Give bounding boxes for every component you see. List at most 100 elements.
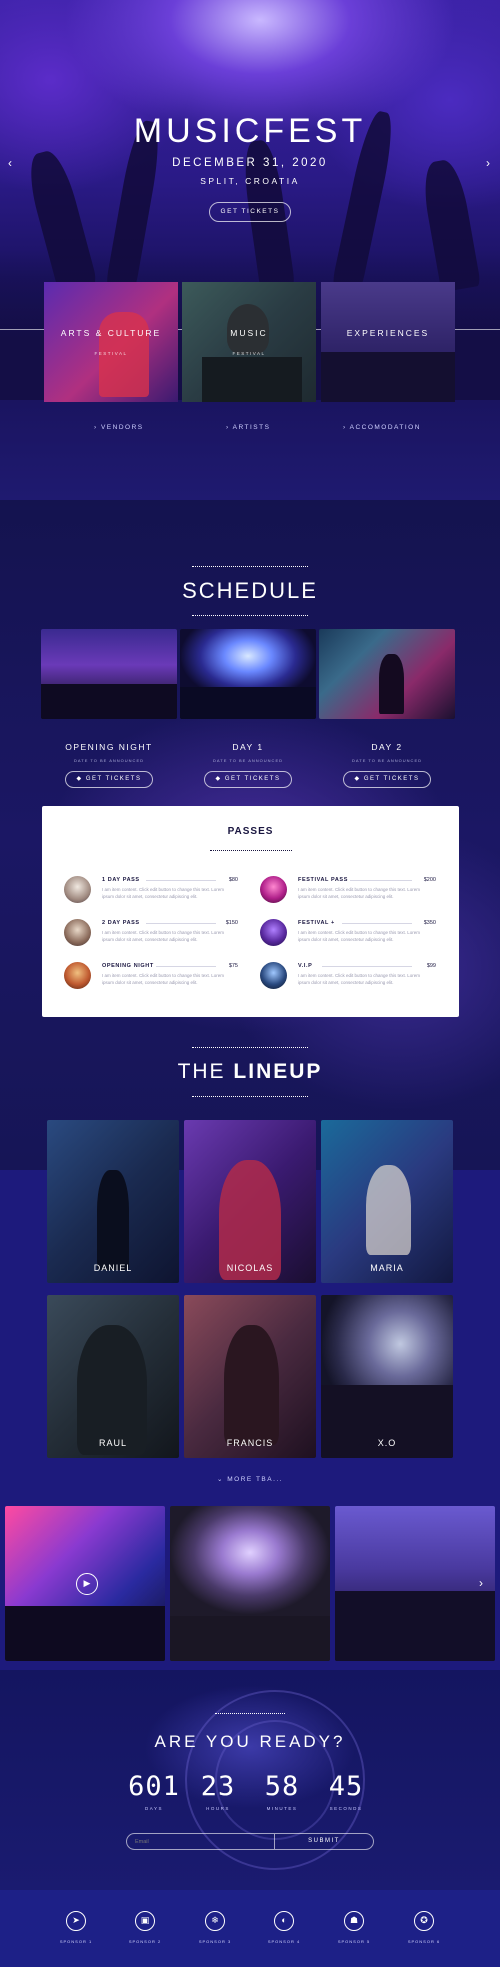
- artist-name: NICOLAS: [226, 1263, 274, 1273]
- pass-name: FESTIVAL PASS: [298, 877, 348, 883]
- hero-get-tickets-button[interactable]: GET TICKETS: [209, 202, 291, 222]
- pass-description: I am item content. Click edit button to …: [102, 887, 225, 899]
- performer-figure: [379, 654, 404, 714]
- crowd-silhouette: [180, 687, 316, 719]
- artist-name: X.O: [377, 1438, 397, 1448]
- get-tickets-button[interactable]: ◆ GET TICKETS: [343, 771, 431, 788]
- pass-avatar: [260, 919, 287, 946]
- chevron-right-icon[interactable]: ›: [486, 156, 490, 170]
- artist-name: DANIEL: [93, 1263, 133, 1273]
- title-dots: [210, 850, 292, 851]
- artist-card[interactable]: FRANCIS: [184, 1295, 316, 1458]
- button-label: GET TICKETS: [224, 776, 281, 782]
- countdown-label: DAYS: [145, 1806, 163, 1811]
- artist-card[interactable]: DANIEL: [47, 1120, 179, 1283]
- pass-name: FESTIVAL +: [298, 920, 335, 926]
- category-sub: FESTIVAL: [232, 351, 266, 356]
- pass-description: I am item content. Click edit button to …: [102, 973, 225, 985]
- artist-card[interactable]: NICOLAS: [184, 1120, 316, 1283]
- title-dots-top: [192, 566, 308, 567]
- sponsor-5-icon[interactable]: ☗: [344, 1911, 364, 1931]
- lineup-title-bold: LINEUP: [233, 1060, 323, 1083]
- artist-figure: [97, 1170, 129, 1270]
- title-dots: [215, 1713, 285, 1714]
- schedule-title: SCHEDULE: [182, 578, 318, 603]
- pass-price: $150: [225, 920, 238, 926]
- pass-avatar: [260, 876, 287, 903]
- lineup-title-light: THE: [177, 1060, 234, 1083]
- get-tickets-button[interactable]: ◆ GET TICKETS: [65, 771, 153, 788]
- sponsor-label: SPONSOR 4: [267, 1939, 301, 1944]
- dj-deck: [202, 357, 302, 402]
- title-dots-bottom: [192, 1096, 308, 1097]
- pass-leader-line: [342, 923, 412, 924]
- pass-leader-line: [156, 966, 216, 967]
- play-icon[interactable]: ▶: [76, 1573, 98, 1595]
- category-card-arts[interactable]: ARTS & CULTURE FESTIVAL: [44, 282, 178, 402]
- gallery-photo[interactable]: [170, 1506, 330, 1661]
- pass-avatar: [64, 962, 91, 989]
- category-card-music[interactable]: MUSIC FESTIVAL: [182, 282, 316, 402]
- artist-card[interactable]: RAUL: [47, 1295, 179, 1458]
- countdown-label: MINUTES: [266, 1806, 298, 1811]
- category-sub: FESTIVAL: [94, 351, 128, 356]
- pass-leader-line: [322, 966, 412, 967]
- lineup-title: THE LINEUP: [0, 1060, 500, 1084]
- day-subtitle: DATE TO BE ANNOUNCED: [212, 758, 283, 763]
- pass-description: I am item content. Click edit button to …: [298, 887, 421, 899]
- crowd-silhouette: [335, 1591, 495, 1661]
- pass-price: $80: [228, 877, 238, 883]
- crowd-silhouette: [5, 1606, 165, 1661]
- pass-name: 2 DAY PASS: [102, 920, 140, 926]
- stage-floor: [170, 1616, 330, 1661]
- schedule-photo-day1: [180, 629, 316, 719]
- crowd-silhouette: [41, 684, 177, 719]
- countdown-label: HOURS: [206, 1806, 230, 1811]
- gallery-photo[interactable]: ›: [335, 1506, 495, 1661]
- artist-name: MARIA: [370, 1263, 404, 1273]
- title-dots-bottom: [192, 615, 308, 616]
- sponsor-3-icon[interactable]: ❄: [205, 1911, 225, 1931]
- sponsor-6-icon[interactable]: ✪: [414, 1911, 434, 1931]
- chevron-right-icon[interactable]: ›: [479, 1576, 483, 1590]
- passes-title: PASSES: [227, 826, 274, 837]
- sponsor-2-icon[interactable]: ▣: [135, 1911, 155, 1931]
- artist-name: RAUL: [98, 1438, 127, 1448]
- pass-price: $99: [426, 963, 436, 969]
- pass-avatar: [260, 962, 287, 989]
- sponsor-4-icon[interactable]: ◐: [274, 1911, 294, 1931]
- chevron-left-icon[interactable]: ‹: [8, 156, 12, 170]
- artist-card[interactable]: X.O: [321, 1295, 453, 1458]
- title-dots-top: [192, 1047, 308, 1048]
- category-card-experiences[interactable]: EXPERIENCES: [321, 282, 455, 402]
- countdown-label: SECONDS: [329, 1806, 363, 1811]
- day-subtitle: DATE TO BE ANNOUNCED: [73, 758, 144, 763]
- get-tickets-button[interactable]: ◆ GET TICKETS: [204, 771, 292, 788]
- button-label: GET TICKETS: [85, 776, 142, 782]
- pass-description: I am item content. Click edit button to …: [298, 930, 421, 942]
- sponsor-label: SPONSOR 2: [128, 1939, 162, 1944]
- artist-card[interactable]: MARIA: [321, 1120, 453, 1283]
- submit-button[interactable]: SUBMIT: [274, 1833, 374, 1850]
- more-tba-link[interactable]: ⌄ MORE TBA...: [0, 1475, 500, 1483]
- pass-description: I am item content. Click edit button to …: [102, 930, 225, 942]
- countdown-days: 601: [128, 1771, 180, 1802]
- email-input[interactable]: [126, 1833, 274, 1850]
- pass-price: $350: [423, 920, 436, 926]
- nav-link-artists[interactable]: › ARTISTS: [226, 424, 270, 431]
- ticket-icon: ◆: [354, 776, 364, 782]
- countdown-section: [0, 1670, 500, 1890]
- gallery-photo[interactable]: ▶: [5, 1506, 165, 1661]
- day-subtitle: DATE TO BE ANNOUNCED: [351, 758, 422, 763]
- sponsor-label: SPONSOR 3: [198, 1939, 232, 1944]
- ticket-icon: ◆: [215, 776, 225, 782]
- nav-link-accomodation[interactable]: › ACCOMODATION: [343, 424, 421, 431]
- category-label: EXPERIENCES: [346, 328, 430, 338]
- pass-leader-line: [350, 880, 412, 881]
- schedule-photo-opening: [41, 629, 177, 719]
- artist-figure: [224, 1325, 279, 1445]
- hero-title: MUSICFEST: [133, 112, 367, 150]
- sponsor-label: SPONSOR 1: [59, 1939, 93, 1944]
- nav-link-vendors[interactable]: › VENDORS: [94, 424, 144, 431]
- sponsor-1-icon[interactable]: ➤: [66, 1911, 86, 1931]
